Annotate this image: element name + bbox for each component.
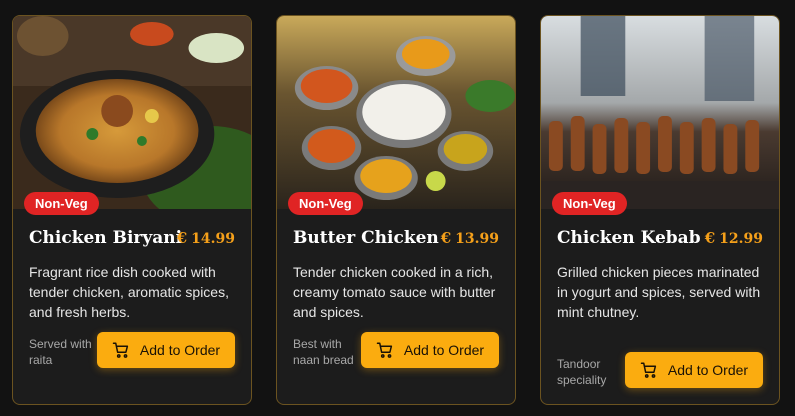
currency-symbol: € (176, 229, 188, 247)
curry-spread-image (277, 16, 515, 209)
add-to-order-button[interactable]: Add to Order (97, 332, 235, 368)
add-to-order-label: Add to Order (139, 342, 221, 358)
cart-icon (112, 342, 129, 358)
add-to-order-button[interactable]: Add to Order (625, 352, 763, 388)
biryani-dish-image (13, 16, 251, 209)
dish-price: €12.99 (705, 229, 763, 247)
currency-symbol: € (440, 229, 452, 247)
menu-card-chicken-biryani: Non-Veg Chicken Biryani €14.99 Fragrant … (12, 15, 252, 405)
price-value: 13.99 (455, 231, 499, 247)
non-veg-badge: Non-Veg (552, 192, 627, 215)
price-value: 12.99 (719, 231, 763, 247)
add-to-order-label: Add to Order (667, 362, 749, 378)
dish-description: Grilled chicken pieces marinated in yogu… (557, 264, 761, 320)
menu-card-chicken-kebab: Non-Veg Chicken Kebab €12.99 Grilled chi… (540, 15, 780, 405)
serving-note: Best with naan bread (293, 337, 354, 367)
dish-description: Tender chicken cooked in a rich, creamy … (293, 264, 496, 320)
dish-price: €14.99 (177, 229, 235, 247)
cart-icon (640, 362, 657, 378)
dish-title: Butter Chicken (293, 228, 439, 248)
dish-price: €13.99 (441, 229, 499, 247)
add-to-order-button[interactable]: Add to Order (361, 332, 499, 368)
non-veg-badge: Non-Veg (288, 192, 363, 215)
serving-note: Served with raita (29, 337, 92, 367)
price-value: 14.99 (191, 231, 235, 247)
dish-title: Chicken Biryani (29, 228, 183, 248)
add-to-order-label: Add to Order (403, 342, 485, 358)
cart-icon (376, 342, 393, 358)
serving-note: Tandoor speciality (557, 357, 607, 387)
dish-description: Fragrant rice dish cooked with tender ch… (29, 264, 229, 320)
kebab-grill-image (541, 16, 779, 209)
non-veg-badge: Non-Veg (24, 192, 99, 215)
currency-symbol: € (704, 229, 716, 247)
dish-title: Chicken Kebab (557, 228, 701, 248)
menu-card-butter-chicken: Non-Veg Butter Chicken €13.99 Tender chi… (276, 15, 516, 405)
